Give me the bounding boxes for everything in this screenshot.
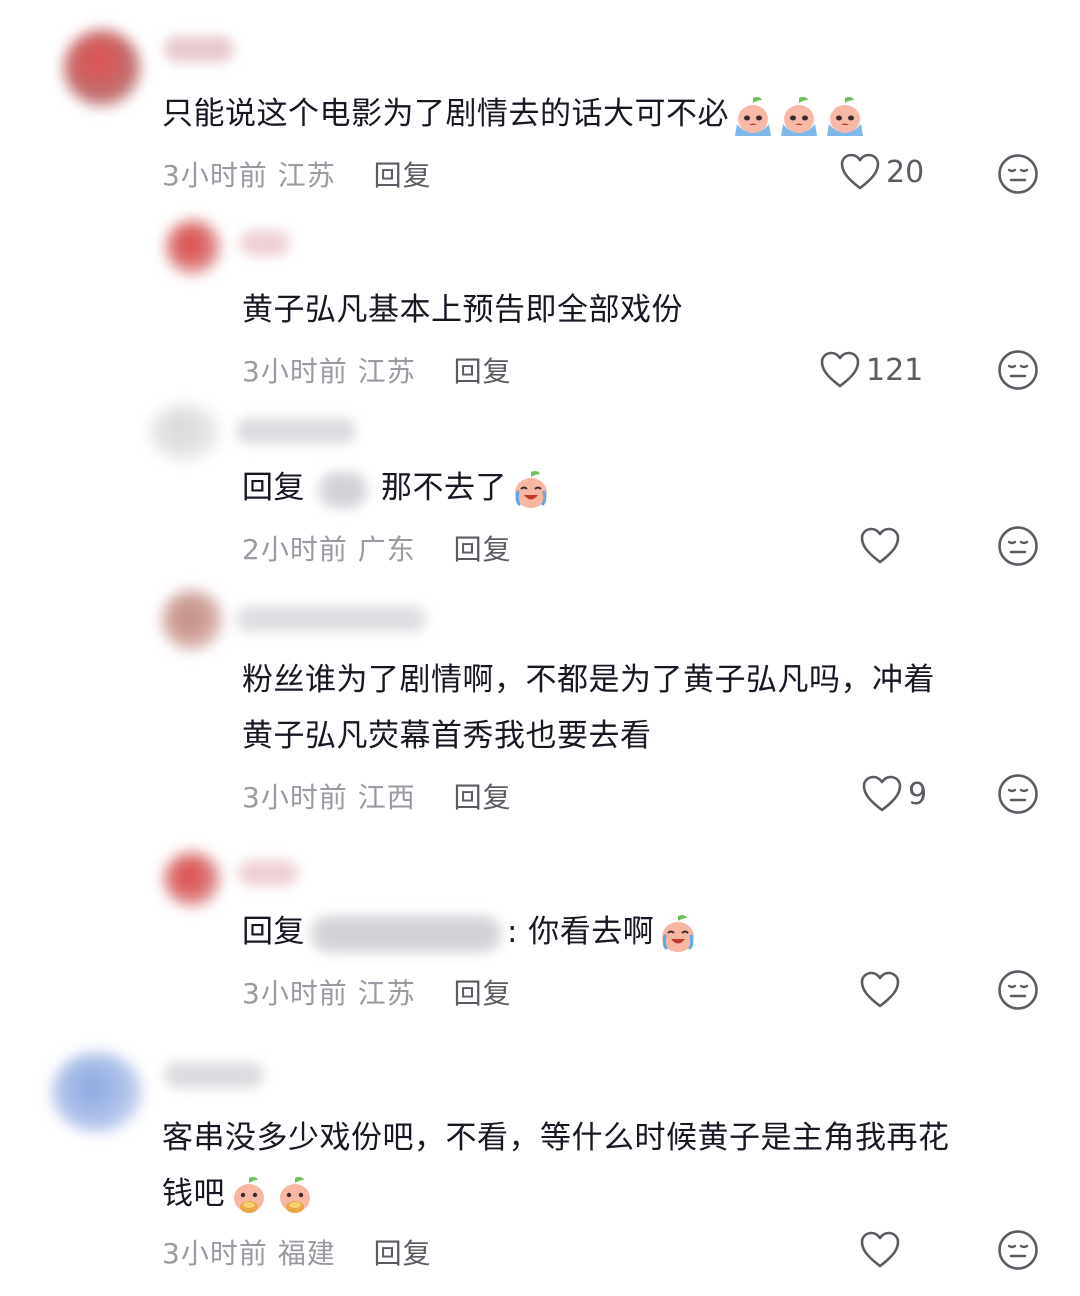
laugh-cry-peach-emoji	[509, 468, 553, 512]
laugh-cry-peach-emoji	[656, 912, 700, 956]
heart-outline-icon	[838, 150, 882, 194]
comment-meta: 3小时前 江苏 回复	[162, 154, 432, 194]
eating-peach-emoji	[273, 1174, 317, 1218]
neutral-face-icon[interactable]	[996, 152, 1040, 196]
comment-text: 只能说这个电影为了剧情去的话大可不必	[162, 86, 867, 142]
username[interactable]	[236, 418, 356, 444]
like-button[interactable]: 9	[860, 772, 927, 816]
heart-outline-icon	[858, 1228, 902, 1272]
eating-peach-emoji	[227, 1174, 271, 1218]
mentioned-user[interactable]	[311, 915, 501, 952]
avatar[interactable]	[64, 30, 140, 106]
comment-text-line2: 黄子弘凡荧幕首秀我也要去看	[242, 718, 652, 754]
location: 江西	[357, 781, 416, 814]
timestamp: 3小时前	[242, 355, 348, 388]
username[interactable]	[236, 606, 426, 632]
reply-button[interactable]: 回复	[374, 159, 432, 192]
reply-button[interactable]: 回复	[454, 355, 512, 388]
neutral-face-icon[interactable]	[996, 348, 1040, 392]
username[interactable]	[164, 36, 234, 62]
username[interactable]	[164, 1062, 264, 1088]
like-button[interactable]	[858, 968, 902, 1012]
like-count: 121	[866, 352, 924, 388]
avatar[interactable]	[150, 404, 220, 460]
timestamp: 2小时前	[242, 533, 348, 566]
location: 福建	[277, 1237, 336, 1270]
timestamp: 3小时前	[242, 781, 348, 814]
heart-outline-icon	[858, 524, 902, 568]
reply-button[interactable]: 回复	[454, 533, 512, 566]
mentioned-user[interactable]	[319, 471, 367, 508]
neutral-face-icon[interactable]	[996, 968, 1040, 1012]
like-count: 20	[886, 154, 925, 190]
timestamp: 3小时前	[162, 1237, 268, 1270]
crying-peach-emoji	[823, 94, 867, 138]
timestamp: 3小时前	[242, 977, 348, 1010]
like-button[interactable]	[858, 524, 902, 568]
reply-button[interactable]: 回复	[454, 977, 512, 1010]
comment-meta: 3小时前 江苏 回复	[242, 350, 512, 390]
like-button[interactable]	[858, 1228, 902, 1272]
comment-meta: 3小时前 福建 回复	[162, 1232, 432, 1272]
heart-outline-icon	[858, 968, 902, 1012]
avatar[interactable]	[162, 590, 222, 650]
comment-text: 客串没多少戏份吧，不看，等什么时候黄子是主角我再花	[162, 1120, 950, 1156]
crying-peach-emoji	[777, 94, 821, 138]
like-count: 9	[908, 776, 928, 812]
avatar[interactable]	[164, 852, 220, 906]
neutral-face-icon[interactable]	[996, 772, 1040, 816]
location: 江苏	[277, 159, 336, 192]
comment-text: 回复 那不去了	[242, 460, 553, 516]
location: 江苏	[357, 977, 416, 1010]
comment-meta: 3小时前 江西 回复	[242, 776, 512, 816]
comment-text: 回复: 你看去啊	[242, 904, 700, 960]
heart-outline-icon	[860, 772, 904, 816]
neutral-face-icon[interactable]	[996, 524, 1040, 568]
avatar[interactable]	[166, 220, 220, 274]
reply-button[interactable]: 回复	[374, 1237, 432, 1270]
comment-text: 粉丝谁为了剧情啊，不都是为了黄子弘凡吗，冲着	[242, 662, 935, 698]
neutral-face-icon[interactable]	[996, 1228, 1040, 1272]
comment-text-line2: 钱吧	[162, 1166, 317, 1222]
comment-text: 黄子弘凡基本上预告即全部戏份	[242, 292, 683, 328]
crying-peach-emoji	[731, 94, 775, 138]
username[interactable]	[240, 230, 290, 256]
comment-meta: 2小时前 广东 回复	[242, 528, 512, 568]
like-button[interactable]: 20	[838, 150, 924, 194]
timestamp: 3小时前	[162, 159, 268, 192]
comment-meta: 3小时前 江苏 回复	[242, 972, 512, 1012]
like-button[interactable]: 121	[818, 348, 923, 392]
avatar[interactable]	[52, 1052, 142, 1132]
reply-button[interactable]: 回复	[454, 781, 512, 814]
location: 江苏	[357, 355, 416, 388]
heart-outline-icon	[818, 348, 862, 392]
location: 广东	[357, 533, 416, 566]
username[interactable]	[238, 860, 298, 886]
